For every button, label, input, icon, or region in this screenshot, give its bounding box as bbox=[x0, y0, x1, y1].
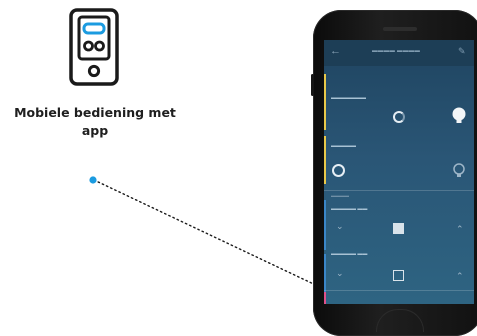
chevron-down-icon[interactable]: ⌄ bbox=[336, 221, 344, 232]
phone-speaker bbox=[383, 27, 417, 31]
light-bulb-icon[interactable] bbox=[452, 162, 466, 180]
smartphone: ← ▬▬▬▬ ▬▬▬▬ ✎ ▬▬▬▬▬▬▬ ▬▬▬▬▬ ▬▬▬▬ ▬▬▬▬▬ ▬… bbox=[311, 10, 477, 336]
app-topbar: ← ▬▬▬▬ ▬▬▬▬ ✎ bbox=[324, 40, 474, 66]
row-accent bbox=[324, 136, 326, 184]
blind-position-icon[interactable] bbox=[393, 270, 404, 281]
arrow-left-icon[interactable]: ← bbox=[330, 45, 341, 57]
group-divider bbox=[324, 190, 474, 191]
chevron-up-icon[interactable]: ⌃ bbox=[456, 271, 464, 282]
room-title: ▬▬▬▬ ▬▬▬▬ bbox=[372, 48, 421, 54]
chevron-up-icon[interactable]: ⌃ bbox=[456, 224, 464, 235]
home-button[interactable] bbox=[376, 309, 424, 332]
light-row-label: ▬▬▬▬▬ bbox=[331, 143, 356, 149]
chevron-down-icon[interactable]: ⌄ bbox=[336, 268, 344, 279]
blind-row-label: ▬▬▬▬▬ ▬▬ bbox=[331, 251, 368, 257]
row-accent bbox=[324, 74, 326, 130]
connector-start-dot bbox=[89, 176, 97, 184]
toggle-ring[interactable] bbox=[332, 164, 345, 177]
row-accent bbox=[324, 200, 326, 250]
dimmer-ring[interactable] bbox=[393, 111, 405, 123]
group-divider bbox=[324, 290, 474, 291]
volume-key bbox=[311, 74, 314, 96]
light-row-label: ▬▬▬▬▬▬▬ bbox=[331, 95, 366, 101]
blind-row-label: ▬▬▬▬▬ ▬▬ bbox=[331, 206, 368, 212]
light-bulb-icon[interactable] bbox=[451, 106, 467, 126]
pencil-icon[interactable]: ✎ bbox=[458, 46, 466, 57]
group-label: ▬▬▬▬ bbox=[331, 193, 349, 198]
blind-position-icon[interactable] bbox=[393, 223, 404, 234]
app-screen: ← ▬▬▬▬ ▬▬▬▬ ✎ ▬▬▬▬▬▬▬ ▬▬▬▬▬ ▬▬▬▬ ▬▬▬▬▬ ▬… bbox=[324, 40, 474, 304]
row-accent bbox=[324, 292, 326, 304]
